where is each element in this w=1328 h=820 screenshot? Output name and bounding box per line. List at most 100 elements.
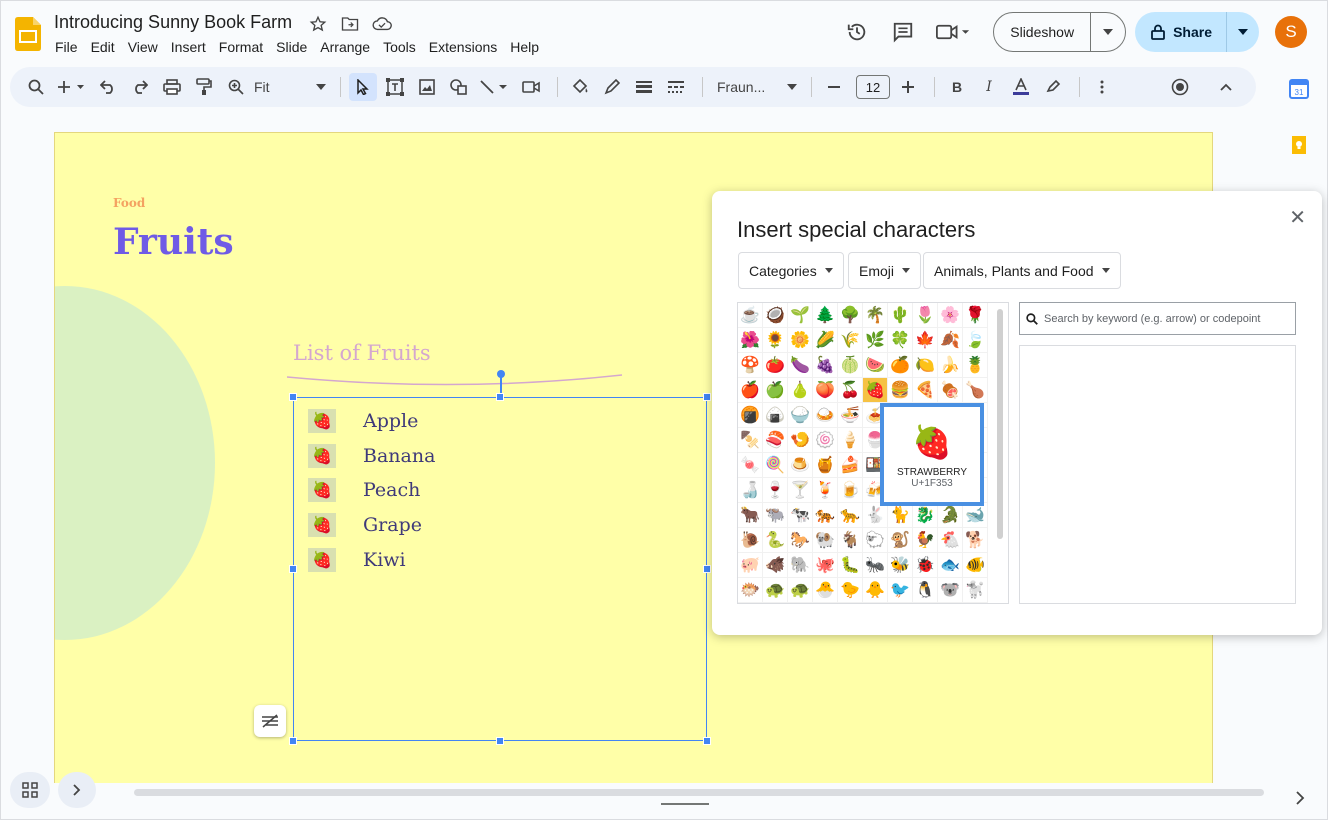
emoji-cell[interactable]: 🥥 [763,303,788,328]
menu-insert[interactable]: Insert [171,39,212,55]
emoji-cell[interactable]: 🐤 [838,578,863,603]
emoji-cell[interactable]: 🍀 [888,328,913,353]
bold-icon[interactable]: B [943,73,971,101]
emoji-dropdown[interactable]: Emoji [848,252,922,289]
emoji-cell[interactable]: 🐐 [838,528,863,553]
emoji-cell[interactable]: 🐋 [963,503,988,528]
emoji-cell[interactable]: 🐄 [788,503,813,528]
emoji-cell[interactable]: 🐘 [788,553,813,578]
emoji-cell[interactable]: 🍷 [763,478,788,503]
emoji-cell[interactable]: 🐒 [888,528,913,553]
emoji-cell[interactable]: 🐢 [763,578,788,603]
font-size-input[interactable]: 12 [856,75,890,99]
emoji-cell[interactable]: 🍘 [738,403,763,428]
menu-edit[interactable]: Edit [91,39,121,55]
decrease-font-size-icon[interactable] [820,73,848,101]
menu-file[interactable]: File [55,39,84,55]
emoji-cell[interactable]: 🐓 [913,528,938,553]
show-side-panel-icon[interactable] [1295,791,1305,805]
image-icon[interactable] [413,73,441,101]
emoji-cell[interactable]: 🍹 [813,478,838,503]
comment-icon[interactable] [883,12,923,52]
emoji-cell[interactable]: 🌱 [788,303,813,328]
slide-title[interactable]: Fruits [113,221,234,263]
avatar[interactable]: S [1275,16,1307,48]
move-to-folder-icon[interactable] [339,13,361,35]
emoji-cell[interactable]: 🍓 [863,378,888,403]
list-title[interactable]: List of Fruits [293,341,431,365]
text-box-icon[interactable] [381,73,409,101]
emoji-cell[interactable]: 🐩 [963,578,988,603]
share-dropdown-icon[interactable] [1227,12,1259,52]
emoji-cell[interactable]: 🐅 [813,503,838,528]
autofit-button[interactable] [254,705,286,737]
emoji-cell[interactable]: 🍇 [813,353,838,378]
emoji-cell[interactable]: 🍆 [788,353,813,378]
emoji-cell[interactable]: 🐊 [938,503,963,528]
zoom-icon[interactable] [222,73,250,101]
emoji-cell[interactable]: 🐛 [838,553,863,578]
slides-logo[interactable] [15,17,41,51]
horizontal-scrollbar[interactable] [134,789,1264,796]
speaker-notes-drag-handle[interactable] [661,803,709,805]
resize-handle[interactable] [703,393,711,401]
character-search-input[interactable]: Search by keyword (e.g. arrow) or codepo… [1019,302,1296,335]
list-item[interactable]: 🍓 Peach [308,477,420,503]
emoji-cell[interactable]: 🐇 [863,503,888,528]
emoji-cell[interactable]: 🐝 [888,553,913,578]
emoji-cell[interactable]: 🌿 [863,328,888,353]
emoji-cell[interactable]: 🍥 [813,428,838,453]
emoji-cell[interactable]: 🍎 [738,378,763,403]
emoji-cell[interactable]: 🍰 [838,453,863,478]
menu-format[interactable]: Format [219,39,269,55]
categories-dropdown[interactable]: Categories [738,252,844,289]
emoji-cell[interactable]: 🍍 [963,353,988,378]
emoji-cell[interactable]: 🍒 [838,378,863,403]
emoji-cell[interactable]: 🍕 [913,378,938,403]
emoji-cell[interactable]: 🍬 [738,453,763,478]
emoji-cell[interactable]: 🍌 [938,353,963,378]
resize-handle[interactable] [496,393,504,401]
grid-view-button[interactable] [10,772,50,808]
emoji-cell[interactable]: 🍑 [813,378,838,403]
highlight-icon[interactable] [1039,73,1067,101]
emoji-cell[interactable]: 🌷 [913,303,938,328]
cloud-saved-icon[interactable] [371,13,393,35]
subcategory-dropdown[interactable]: Animals, Plants and Food [923,252,1121,289]
emoji-cell[interactable]: 🐢 [788,578,813,603]
emoji-grid-scrollbar[interactable] [997,309,1003,539]
calendar-icon[interactable]: 31 [1289,79,1309,99]
emoji-cell[interactable]: 🐙 [813,553,838,578]
emoji-cell[interactable]: 🍢 [738,428,763,453]
emoji-cell[interactable]: 🌽 [813,328,838,353]
resize-handle[interactable] [289,393,297,401]
list-item[interactable]: 🍓 Kiwi [308,547,406,573]
share-button[interactable]: Share [1135,12,1227,52]
border-weight-icon[interactable] [630,73,658,101]
emoji-cell[interactable]: 🐏 [813,528,838,553]
font-family-select[interactable]: Fraun... [717,79,797,95]
menu-help[interactable]: Help [510,39,545,55]
menu-view[interactable]: View [128,39,164,55]
menu-extensions[interactable]: Extensions [429,39,503,55]
record-icon[interactable] [1166,73,1194,101]
emoji-cell[interactable]: 🍙 [763,403,788,428]
emoji-cell[interactable]: 🍐 [788,378,813,403]
text-color-icon[interactable] [1007,73,1035,101]
emoji-cell[interactable]: 🐂 [738,503,763,528]
emoji-cell[interactable]: 🐈 [888,503,913,528]
emoji-cell[interactable]: 🍃 [963,328,988,353]
zoom-select[interactable]: Fit [254,79,326,95]
menu-tools[interactable]: Tools [383,39,422,55]
emoji-cell[interactable]: 🐨 [938,578,963,603]
print-icon[interactable] [158,73,186,101]
paint-format-icon[interactable] [190,73,218,101]
emoji-cell[interactable]: 🍉 [863,353,888,378]
emoji-cell[interactable]: 🐍 [763,528,788,553]
expand-filmstrip-button[interactable] [58,772,96,808]
emoji-cell[interactable]: 🍔 [888,378,913,403]
italic-icon[interactable]: I [975,73,1003,101]
more-icon[interactable] [1088,73,1116,101]
select-icon[interactable] [349,73,377,101]
emoji-cell[interactable]: 🍜 [838,403,863,428]
